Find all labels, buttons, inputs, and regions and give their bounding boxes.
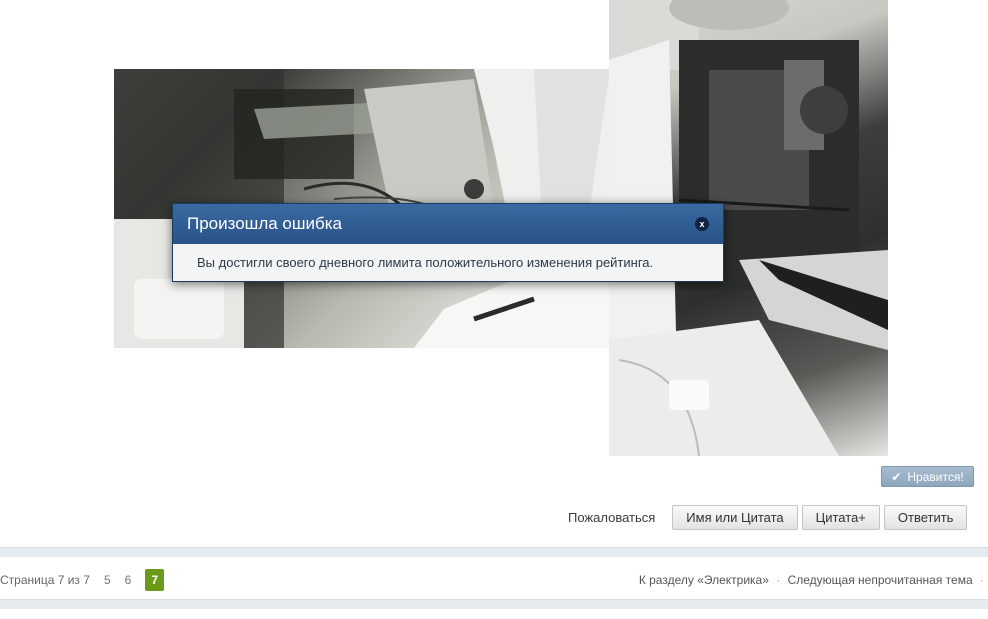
report-link[interactable]: Пожаловаться bbox=[568, 510, 655, 525]
divider-top bbox=[0, 547, 988, 557]
error-dialog-title: Произошла ошибка bbox=[187, 214, 343, 233]
close-icon[interactable]: x bbox=[695, 217, 709, 231]
check-icon: ✔ bbox=[891, 469, 902, 484]
reply-button[interactable]: Ответить bbox=[883, 505, 968, 530]
next-unread-topic-link[interactable]: Следующая непрочитанная тема bbox=[788, 573, 973, 587]
separator-dot: · bbox=[980, 573, 984, 587]
post-actions: Пожаловаться Имя или Цитата Цитата+ Отве… bbox=[568, 505, 971, 530]
separator-dot: · bbox=[776, 573, 781, 587]
pagination: Страница 7 из 7 5 6 7 bbox=[0, 568, 165, 592]
pagination-label: Страница 7 из 7 bbox=[0, 573, 90, 587]
page-current-7: 7 bbox=[145, 569, 165, 591]
like-button-label: Нравится! bbox=[907, 469, 964, 484]
back-to-section-link[interactable]: К разделу «Электрика» bbox=[639, 573, 769, 587]
error-dialog-message: Вы достигли своего дневного лимита полож… bbox=[197, 255, 654, 270]
error-dialog-header: Произошла ошибка x bbox=[173, 204, 723, 244]
topic-navigation: К разделу «Электрика» · Следующая непроч… bbox=[639, 573, 988, 587]
multiquote-button[interactable]: Цитата+ bbox=[801, 505, 880, 530]
page: Произошла ошибка x Вы достигли своего дн… bbox=[0, 0, 988, 619]
divider-bottom bbox=[0, 599, 988, 609]
error-dialog: Произошла ошибка x Вы достигли своего дн… bbox=[172, 203, 724, 282]
page-link-5[interactable]: 5 bbox=[104, 573, 111, 587]
quote-name-button[interactable]: Имя или Цитата bbox=[672, 505, 798, 530]
page-link-6[interactable]: 6 bbox=[125, 573, 132, 587]
like-button[interactable]: ✔ Нравится! bbox=[881, 466, 974, 487]
